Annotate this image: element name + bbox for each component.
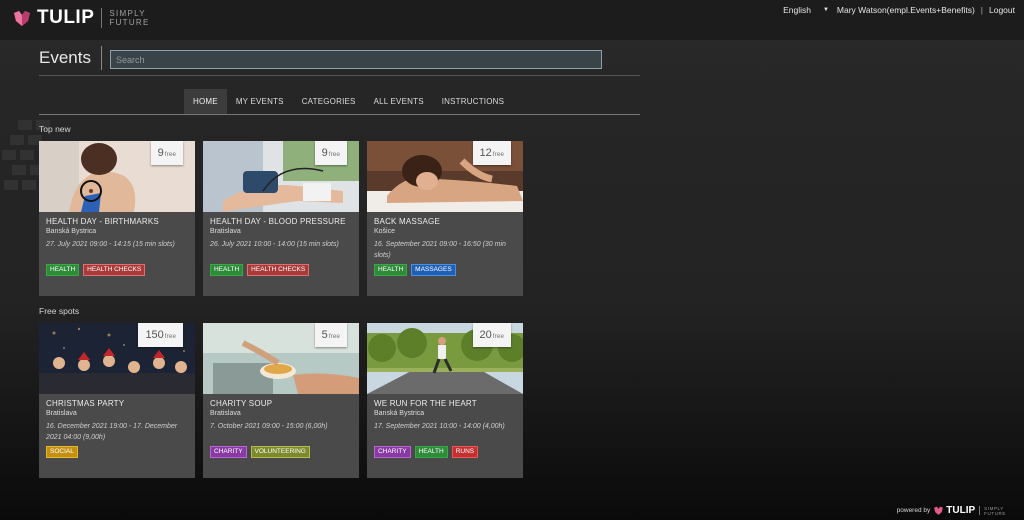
event-title: HEALTH DAY - BIRTHMARKS xyxy=(46,217,159,226)
free-spots-badge: 20 free xyxy=(472,323,511,347)
event-image: 9 free xyxy=(39,141,195,212)
free-label: free xyxy=(328,150,340,158)
brand-tagline: SIMPLY FUTURE xyxy=(109,9,149,27)
event-image: 5 free xyxy=(203,323,359,394)
tag-health[interactable]: HEALTH xyxy=(414,446,448,458)
brand-name: TULIP xyxy=(37,7,95,28)
tab-my-events[interactable]: MY EVENTS xyxy=(227,89,293,114)
brand-logo[interactable]: TULIP SIMPLY FUTURE xyxy=(12,7,150,29)
free-spots-badge: 5 free xyxy=(314,323,347,347)
event-card[interactable]: 12 free BACK MASSAGE Košice 16. September… xyxy=(367,141,523,296)
section-title-top-new: Top new xyxy=(39,124,71,134)
event-city: Banská Bystrica xyxy=(374,410,425,417)
tab-home[interactable]: HOME xyxy=(184,89,227,114)
event-image: 9 free xyxy=(203,141,359,212)
search-input[interactable] xyxy=(110,50,602,69)
user-name[interactable]: Mary Watson(empl.Events+Benefits) xyxy=(837,5,975,15)
event-city: Banská Bystrica xyxy=(46,228,97,235)
tab-bar: HOME MY EVENTS CATEGORIES ALL EVENTS INS… xyxy=(184,89,513,114)
free-label: free xyxy=(164,150,176,158)
event-date: 27. July 2021 09:00 - 14:15 (15 min slot… xyxy=(46,241,175,248)
tulip-logo-icon xyxy=(14,11,30,26)
tulip-logo-icon xyxy=(934,506,944,515)
tag-runs[interactable]: RUNS xyxy=(451,446,479,458)
powered-by-text: powered by xyxy=(896,507,931,514)
event-image: 12 free xyxy=(367,141,523,212)
event-card[interactable]: 20 free WE RUN FOR THE HEART Banská Bystr… xyxy=(367,323,523,478)
footer-brand-name: TULIP xyxy=(946,505,976,516)
tag-health[interactable]: HEALTH xyxy=(374,264,408,276)
footer-powered-by: powered by TULIP SIMPLY FUTURE xyxy=(897,505,1006,516)
free-count: 20 xyxy=(479,329,492,341)
event-card[interactable]: 9 free HEALTH DAY - BLOOD PRESSURE Bratis… xyxy=(203,141,359,296)
event-card[interactable]: 150 free CHRISTMAS PARTY Bratislava 16. D… xyxy=(39,323,195,478)
language-selector[interactable]: English xyxy=(783,5,811,15)
free-spots-badge: 9 free xyxy=(314,141,347,165)
event-date: 7. October 2021 09:00 - 15:00 (6,00h) xyxy=(210,423,328,430)
event-city: Bratislava xyxy=(210,228,241,235)
event-image: 150 free xyxy=(39,323,195,394)
tag-health[interactable]: HEALTH xyxy=(210,264,244,276)
free-label: free xyxy=(164,332,176,340)
brand-tagline-line1: SIMPLY xyxy=(109,9,146,18)
event-image: 20 free xyxy=(367,323,523,394)
tag-massages[interactable]: MASSAGES xyxy=(411,264,456,276)
header-divider xyxy=(39,75,640,76)
page-title: Events xyxy=(39,48,91,67)
tag-health-checks[interactable]: HEALTH CHECKS xyxy=(247,264,310,276)
free-label: free xyxy=(328,332,340,340)
tag-charity[interactable]: CHARITY xyxy=(374,446,411,458)
event-date: 16. December 2021 19:00 - 17. December 2… xyxy=(46,423,178,441)
event-date: 26. July 2021 10:00 - 14:00 (15 min slot… xyxy=(210,241,339,248)
top-bar: TULIP SIMPLY FUTURE English ▼ Mary Watso… xyxy=(0,0,1024,40)
logo-divider xyxy=(101,8,103,28)
section-title-free-spots: Free spots xyxy=(39,306,80,316)
event-title: WE RUN FOR THE HEART xyxy=(374,399,477,408)
tabs-divider xyxy=(39,114,640,115)
footer-tagline-line2: FUTURE xyxy=(984,510,1006,516)
event-title: CHARITY SOUP xyxy=(210,399,273,408)
free-count: 150 xyxy=(145,329,164,341)
tag-health[interactable]: HEALTH xyxy=(46,264,80,276)
event-card[interactable]: 5 free CHARITY SOUP Bratislava 7. October… xyxy=(203,323,359,478)
event-date: 17. September 2021 10:00 - 14:00 (4,00h) xyxy=(374,423,505,430)
tab-all-events[interactable]: ALL EVENTS xyxy=(365,89,433,114)
logout-link[interactable]: Logout xyxy=(989,5,1015,15)
event-city: Bratislava xyxy=(46,410,77,417)
event-title: CHRISTMAS PARTY xyxy=(46,399,125,408)
free-label: free xyxy=(492,332,504,340)
free-label: free xyxy=(492,150,504,158)
top-nav: English ▼ Mary Watson(empl.Events+Benefi… xyxy=(783,5,1015,15)
tab-categories[interactable]: CATEGORIES xyxy=(293,89,365,114)
title-divider xyxy=(100,46,102,70)
free-spots-badge: 9 free xyxy=(150,141,183,165)
free-spots-badge: 12 free xyxy=(472,141,511,165)
tag-charity[interactable]: CHARITY xyxy=(210,446,247,458)
page-header: Events xyxy=(39,46,102,70)
nav-divider: | xyxy=(980,5,983,15)
footer-tagline: SIMPLY FUTURE xyxy=(984,506,1006,516)
free-count: 9 xyxy=(321,147,328,159)
free-count: 9 xyxy=(157,147,164,159)
tab-instructions[interactable]: INSTRUCTIONS xyxy=(433,89,513,114)
event-city: Bratislava xyxy=(210,410,241,417)
footer-divider xyxy=(979,506,981,515)
event-title: HEALTH DAY - BLOOD PRESSURE xyxy=(210,217,346,226)
free-count: 5 xyxy=(321,329,328,341)
event-card[interactable]: 9 free HEALTH DAY - BIRTHMARKS Banská Bys… xyxy=(39,141,195,296)
free-count: 12 xyxy=(479,147,492,159)
brand-tagline-line2: FUTURE xyxy=(109,18,150,27)
event-city: Košice xyxy=(374,228,396,235)
tag-health-checks[interactable]: HEALTH CHECKS xyxy=(83,264,146,276)
free-spots-badge: 150 free xyxy=(138,323,183,347)
caret-down-icon[interactable]: ▼ xyxy=(823,7,829,13)
event-title: BACK MASSAGE xyxy=(374,217,440,226)
tag-social[interactable]: SOCIAL xyxy=(46,446,78,458)
tag-volunteering[interactable]: VOLUNTEERING xyxy=(250,446,310,458)
event-date: 16. September 2021 09:00 - 16:50 (30 min… xyxy=(374,241,506,259)
